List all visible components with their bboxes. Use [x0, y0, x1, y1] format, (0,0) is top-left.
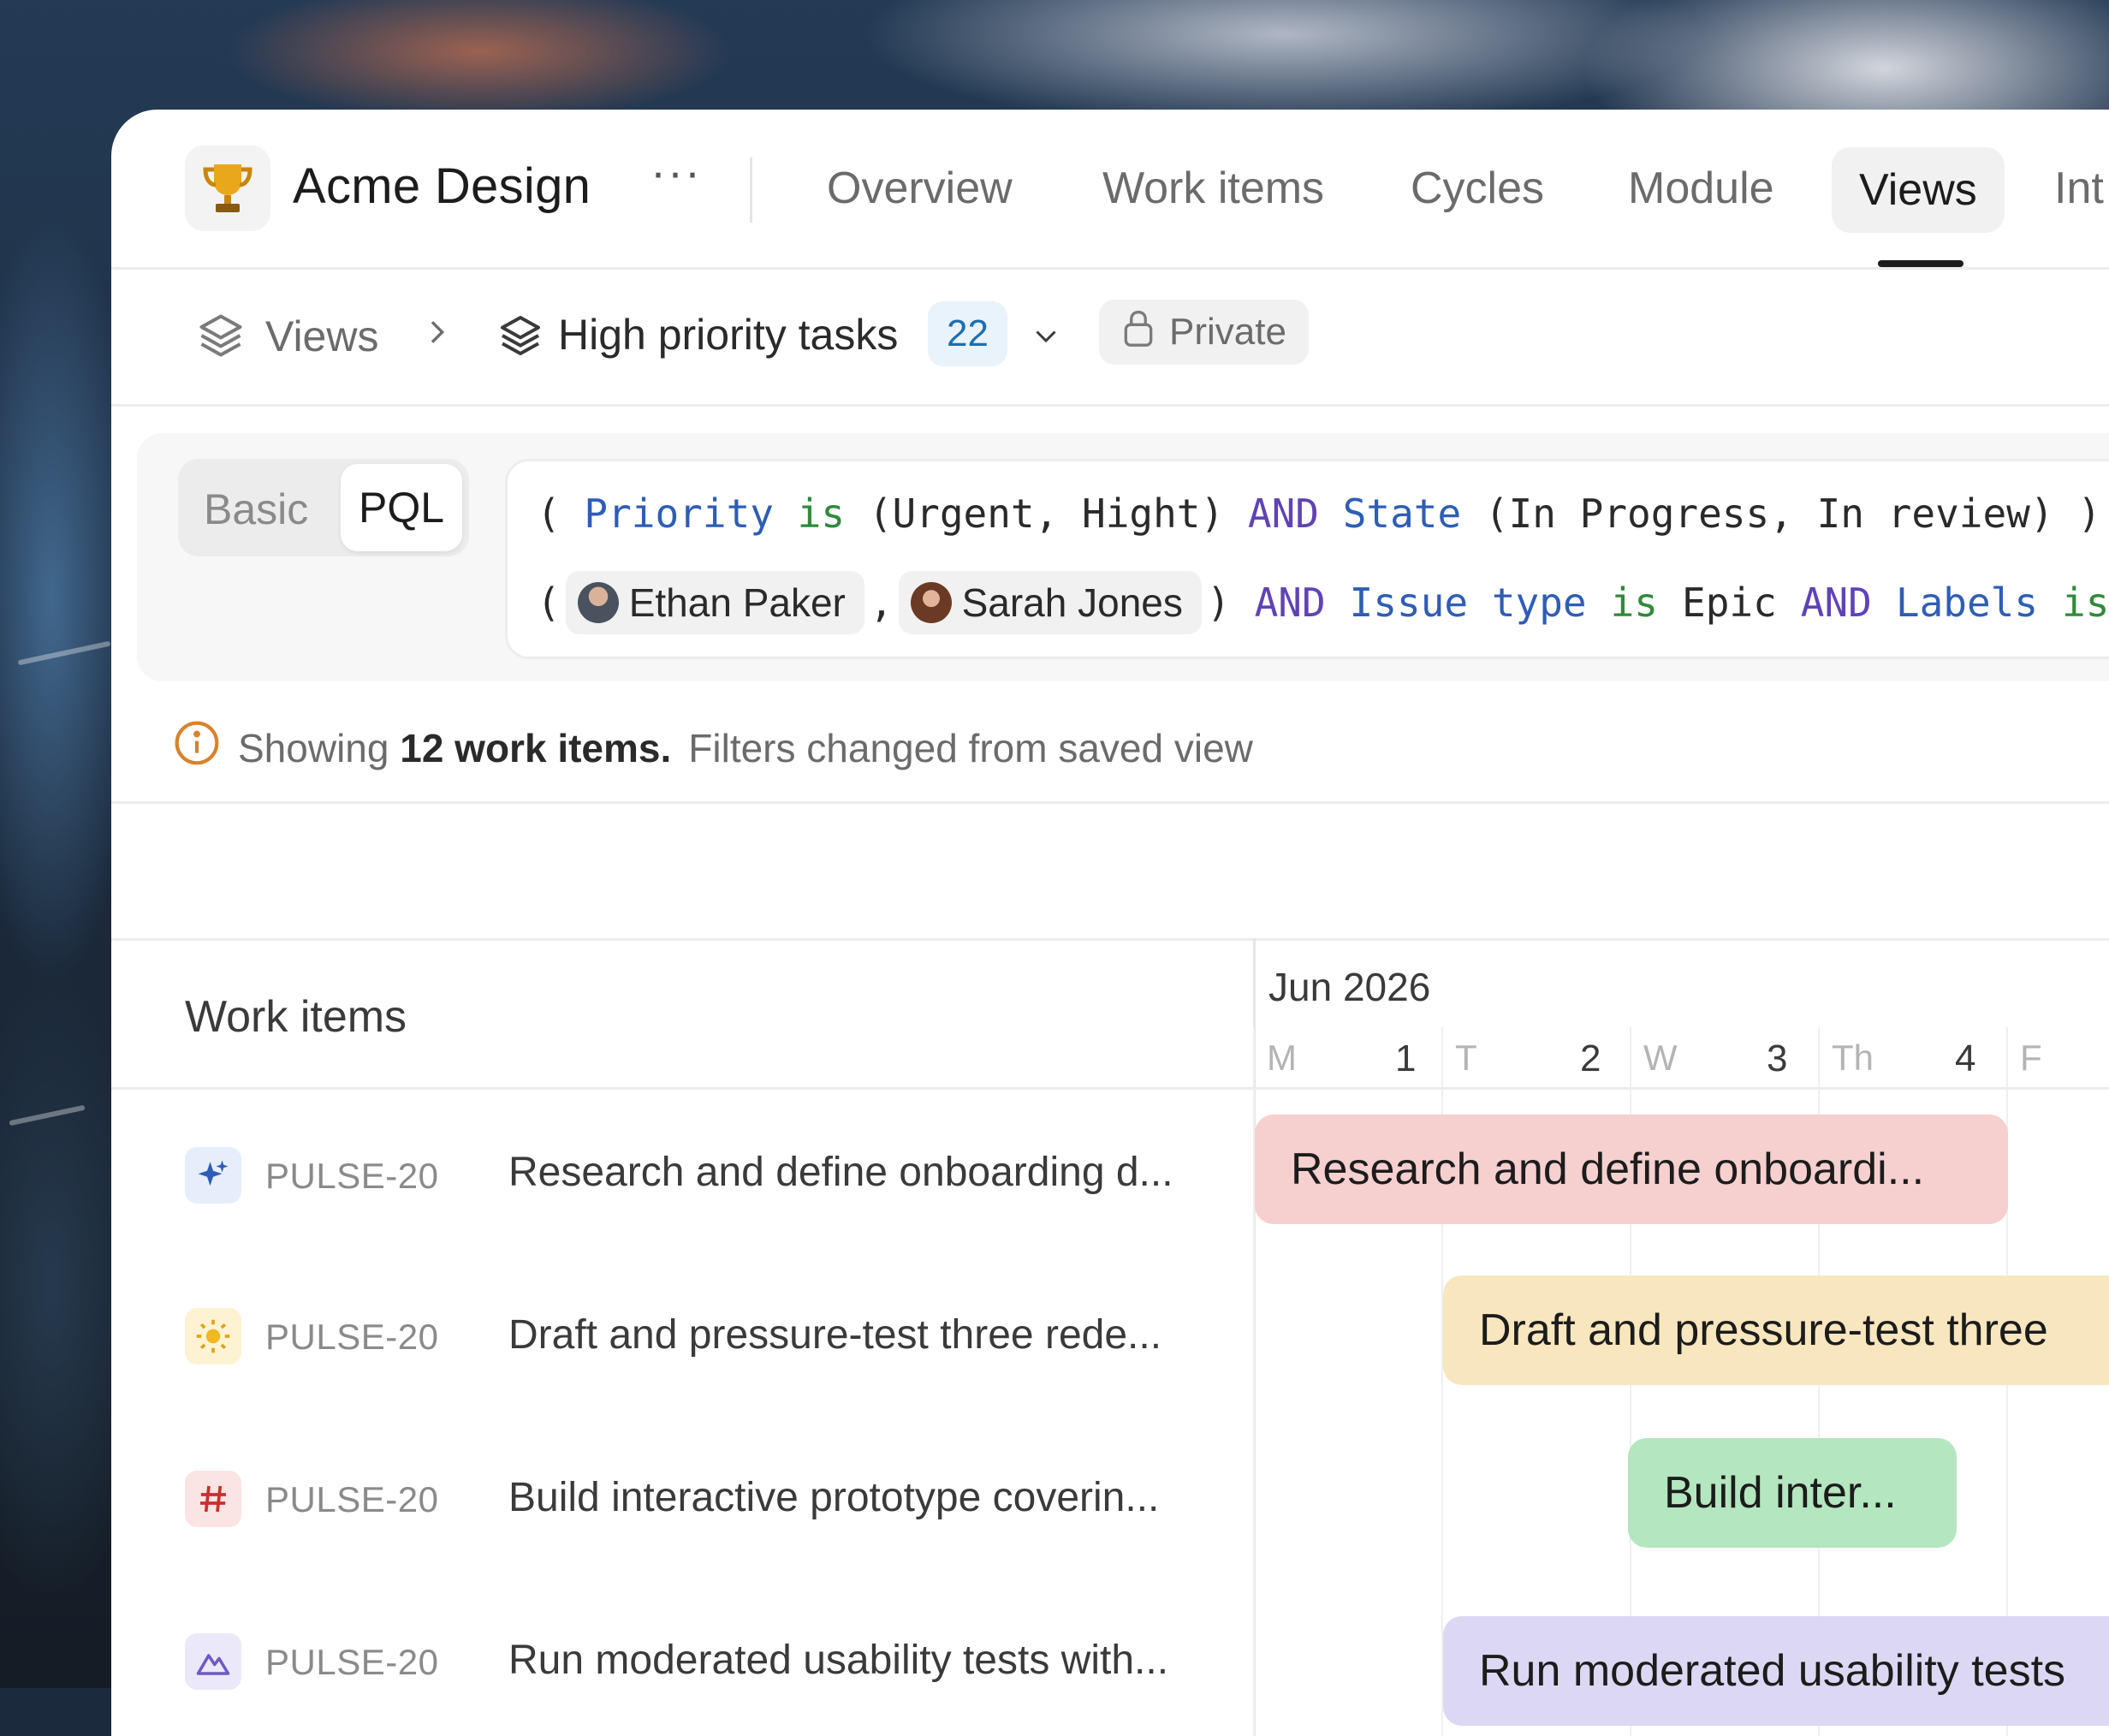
more-options-icon[interactable]: ···: [651, 146, 702, 199]
day-of-week: W: [1643, 1037, 1678, 1078]
chevron-down-icon[interactable]: [1029, 320, 1063, 355]
day-of-week: M: [1267, 1037, 1297, 1078]
hash-icon: [185, 1471, 241, 1527]
sparkle-icon: [185, 1147, 241, 1204]
filter-mode-toggle: Basic PQL: [178, 459, 469, 556]
day-of-week: Th: [1832, 1037, 1874, 1078]
view-name[interactable]: High priority tasks: [558, 310, 898, 360]
visibility-label: Private: [1169, 311, 1286, 353]
avatar: [910, 582, 952, 623]
app-window: Acme Design ··· Overview Work items Cycl…: [111, 110, 2109, 1736]
divider: [111, 1087, 1253, 1090]
work-item-title[interactable]: Research and define onboarding d...: [508, 1149, 1173, 1196]
work-item-title[interactable]: Build interactive prototype coverin...: [508, 1474, 1159, 1521]
gantt-bar[interactable]: Draft and pressure-test three: [1443, 1275, 2109, 1385]
divider: [111, 801, 2109, 804]
day-of-week: F: [2020, 1037, 2042, 1078]
avatar: [577, 582, 619, 623]
layers-icon: [496, 312, 544, 364]
tab-views[interactable]: Views: [1832, 147, 2005, 233]
query-line-2: ( Ethan Paker , Sarah Jones ) AND Issue …: [537, 571, 2109, 634]
day-number: 3: [1767, 1037, 1788, 1079]
sun-icon: [185, 1308, 241, 1364]
tab-cycles[interactable]: Cycles: [1411, 163, 1544, 214]
divider: [111, 938, 2109, 941]
person-chip-ethan[interactable]: Ethan Paker: [565, 571, 864, 634]
filter-panel: Basic PQL ( Priority is (Urgent, Hight) …: [137, 433, 2109, 681]
trophy-icon[interactable]: [185, 146, 270, 231]
chevron-right-icon: [419, 315, 454, 354]
work-item-id[interactable]: PULSE-20: [265, 1156, 438, 1197]
work-items-column-header: Work items: [185, 992, 407, 1042]
top-navigation: Acme Design ··· Overview Work items Cycl…: [111, 110, 2109, 270]
work-item-id[interactable]: PULSE-20: [265, 1317, 438, 1358]
work-item-title[interactable]: Run moderated usability tests with...: [508, 1637, 1168, 1684]
gantt-bar[interactable]: Research and define onboardi...: [1255, 1115, 2008, 1224]
gantt-month: Jun 2026: [1268, 965, 1431, 1009]
info-icon: [173, 719, 221, 776]
layers-icon: [195, 310, 247, 366]
gantt-bar[interactable]: Build inter...: [1628, 1438, 1957, 1548]
query-line-1: ( Priority is (Urgent, Hight) AND State …: [537, 490, 2101, 537]
divider: [1253, 1087, 2109, 1090]
work-item-title[interactable]: Draft and pressure-test three rede...: [508, 1311, 1161, 1358]
work-item-id[interactable]: PULSE-20: [265, 1642, 438, 1683]
tab-intake[interactable]: Int: [2054, 163, 2104, 214]
background-streak: [17, 640, 111, 666]
active-tab-indicator: [1878, 260, 1963, 267]
breadcrumb: Views High priority tasks 22 Private: [111, 267, 2109, 407]
tab-module[interactable]: Module: [1628, 163, 1774, 214]
visibility-badge[interactable]: Private: [1099, 300, 1309, 365]
tab-overview[interactable]: Overview: [827, 163, 1013, 214]
person-chip-sarah[interactable]: Sarah Jones: [898, 571, 1202, 634]
day-number: 1: [1395, 1037, 1417, 1079]
filter-status: Showing 12 work items. Filters changed f…: [173, 719, 1253, 776]
mode-pql-button[interactable]: PQL: [341, 464, 462, 551]
work-item-id[interactable]: PULSE-20: [265, 1479, 438, 1520]
day-of-week: T: [1455, 1037, 1477, 1078]
breadcrumb-views[interactable]: Views: [265, 312, 378, 361]
header-divider: [750, 158, 752, 223]
work-item-count-badge: 22: [928, 301, 1007, 366]
gantt-bar[interactable]: Run moderated usability tests: [1443, 1616, 2109, 1726]
background-streak: [9, 1104, 86, 1127]
lock-icon: [1120, 307, 1157, 358]
mountain-icon: [185, 1633, 241, 1690]
mode-basic-button[interactable]: Basic: [204, 485, 308, 534]
day-number: 2: [1580, 1037, 1601, 1079]
tab-work-items[interactable]: Work items: [1102, 163, 1324, 214]
day-number: 4: [1955, 1037, 1976, 1079]
pql-query-input[interactable]: ( Priority is (Urgent, Hight) AND State …: [505, 459, 2109, 659]
project-name[interactable]: Acme Design: [293, 158, 591, 215]
